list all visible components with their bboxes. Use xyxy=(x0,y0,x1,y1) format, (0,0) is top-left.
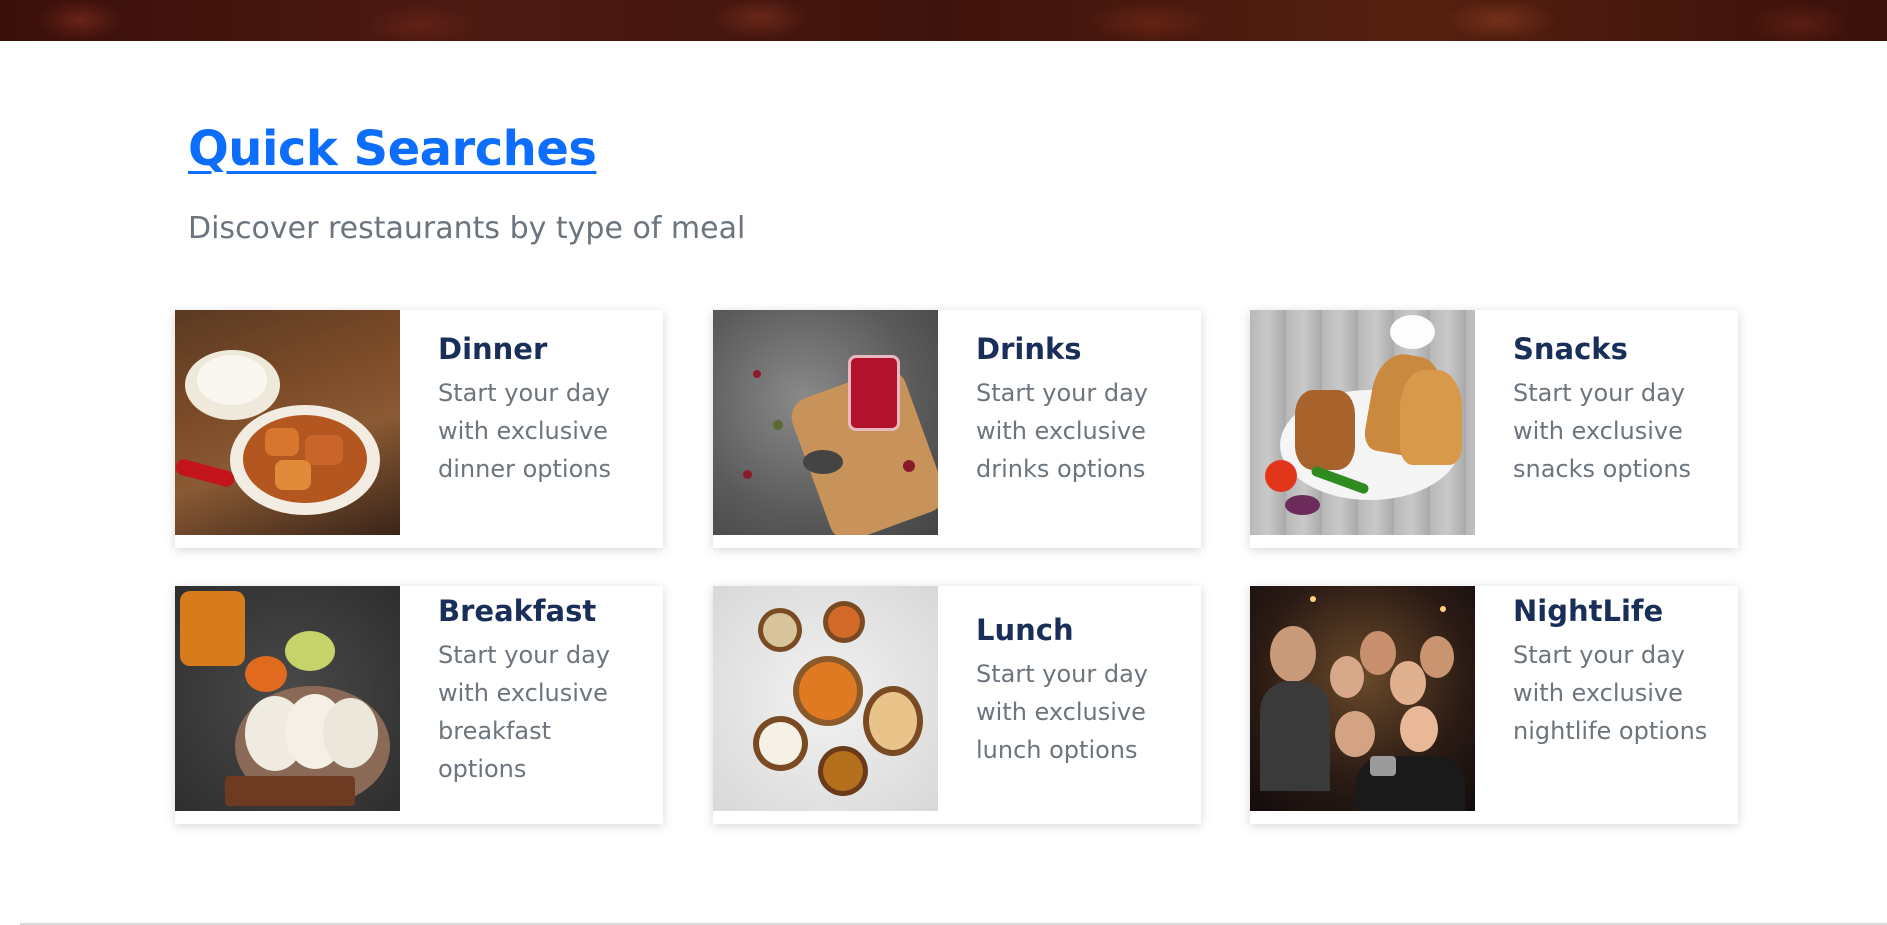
quick-searches-heading-link[interactable]: Quick Searches xyxy=(188,121,597,177)
card-body: Breakfast Start your day with exclusive … xyxy=(400,586,652,824)
card-description: Start your day with exclusive dinner opt… xyxy=(438,379,611,483)
meal-card-lunch[interactable]: Lunch Start your day with exclusive lunc… xyxy=(713,586,1201,824)
card-title: NightLife xyxy=(1513,594,1664,628)
card-description: Start your day with exclusive breakfast … xyxy=(438,641,610,783)
card-title: Drinks xyxy=(976,332,1082,366)
tea-glass-image xyxy=(713,310,938,535)
card-body: Dinner Start your day with exclusive din… xyxy=(400,310,652,548)
card-description: Start your day with exclusive snacks opt… xyxy=(1513,379,1692,483)
quick-searches-subtitle: Discover restaurants by type of meal xyxy=(188,211,746,246)
card-title: Breakfast xyxy=(438,594,597,628)
card-title: Snacks xyxy=(1513,332,1628,366)
quick-searches-section: Quick Searches Discover restaurants by t… xyxy=(0,41,1887,925)
card-title: Dinner xyxy=(438,332,548,366)
card-body: Drinks Start your day with exclusive dri… xyxy=(938,310,1190,548)
party-selfie-image xyxy=(1250,586,1475,811)
samosa-plate-image xyxy=(1250,310,1475,535)
dinner-curry-image xyxy=(175,310,400,535)
card-description: Start your day with exclusive drinks opt… xyxy=(976,379,1148,483)
card-body: Snacks Start your day with exclusive sna… xyxy=(1475,310,1727,548)
meal-card-dinner[interactable]: Dinner Start your day with exclusive din… xyxy=(175,310,663,548)
card-body: Lunch Start your day with exclusive lunc… xyxy=(938,586,1190,824)
card-body: NightLife Start your day with exclusive … xyxy=(1475,586,1727,824)
thali-bowls-image xyxy=(713,586,938,811)
card-title: Lunch xyxy=(976,613,1074,647)
card-description: Start your day with exclusive lunch opti… xyxy=(976,660,1148,764)
card-description: Start your day with exclusive nightlife … xyxy=(1513,641,1708,745)
meal-card-drinks[interactable]: Drinks Start your day with exclusive dri… xyxy=(713,310,1201,548)
meal-card-breakfast[interactable]: Breakfast Start your day with exclusive … xyxy=(175,586,663,824)
meal-card-nightlife[interactable]: NightLife Start your day with exclusive … xyxy=(1250,586,1738,824)
idli-plate-image xyxy=(175,586,400,811)
meal-card-snacks[interactable]: Snacks Start your day with exclusive sna… xyxy=(1250,310,1738,548)
hero-banner-strip xyxy=(0,0,1887,41)
